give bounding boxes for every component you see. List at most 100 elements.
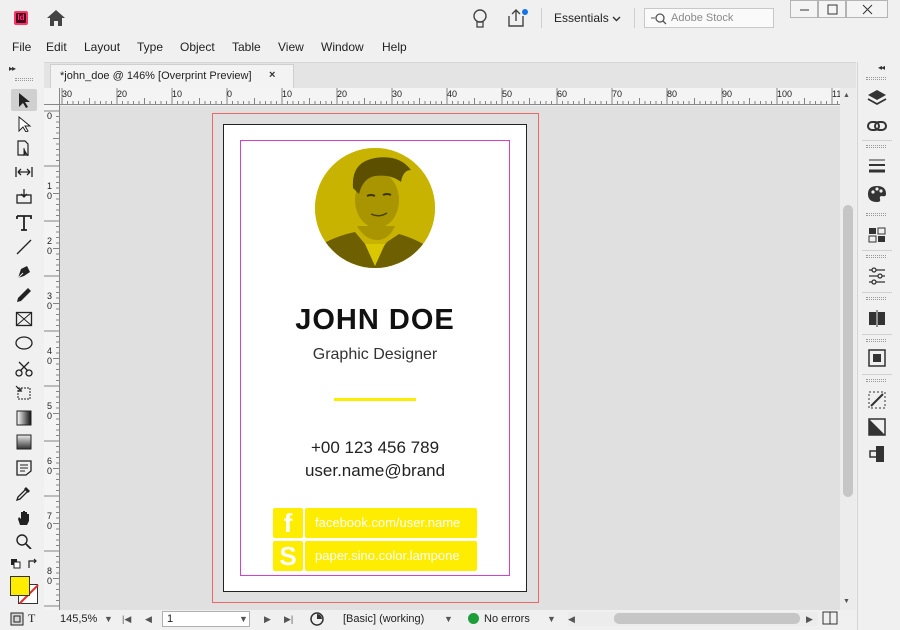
ellipse-tool[interactable] (11, 332, 37, 354)
workspace-switcher[interactable]: Essentials (554, 11, 609, 25)
formatting-container-icon[interactable] (10, 612, 24, 626)
maximize-button[interactable] (818, 0, 846, 18)
chevron-down-icon[interactable]: ▼ (104, 614, 113, 624)
panel-grip[interactable] (866, 379, 886, 382)
horizontal-scroll-thumb[interactable] (614, 613, 800, 624)
scroll-up-icon[interactable]: ▲ (843, 92, 850, 99)
page-number-field[interactable]: 1 ▼ (162, 611, 250, 627)
gradient-feather-tool[interactable] (11, 431, 37, 453)
card-email[interactable]: user.name@brand (240, 461, 510, 481)
panel-grip[interactable] (866, 297, 886, 300)
selection-tool[interactable] (11, 89, 37, 111)
pasteboard[interactable]: JOHN DOE Graphic Designer +00 123 456 78… (60, 106, 840, 610)
type-tool[interactable] (11, 211, 37, 233)
card-phone[interactable]: +00 123 456 789 (240, 438, 510, 458)
facebook-icon[interactable]: f (273, 508, 303, 538)
accent-divider[interactable] (334, 398, 416, 401)
horizontal-ruler[interactable]: 30 20 10 0 10 20 30 40 50 60 70 80 90 10… (60, 88, 840, 105)
color-icon[interactable] (866, 183, 888, 205)
panel-grip[interactable] (866, 213, 886, 216)
free-transform-tool[interactable] (11, 382, 37, 404)
scroll-right-icon[interactable]: ▶ (806, 614, 813, 625)
skype-icon[interactable]: S (273, 541, 303, 571)
close-window-button[interactable] (846, 0, 888, 18)
vertical-ruler[interactable]: 0 1 0 2 0 3 0 4 0 5 0 6 0 7 0 8 0 (44, 105, 60, 610)
home-icon[interactable] (46, 9, 66, 27)
rectangle-frame-tool[interactable] (11, 308, 37, 330)
last-page-icon[interactable]: ▶| (284, 614, 293, 625)
effects-icon[interactable] (866, 389, 888, 411)
scroll-down-icon[interactable]: ▼ (843, 598, 850, 605)
menu-layout[interactable]: Layout (84, 40, 120, 54)
menu-edit[interactable]: Edit (46, 40, 67, 54)
menu-file[interactable]: File (12, 40, 31, 54)
chevron-down-icon[interactable]: ▼ (239, 614, 248, 624)
fill-color-swatch[interactable] (10, 576, 30, 596)
formatting-text-icon[interactable]: T (28, 611, 35, 626)
facebook-link[interactable]: facebook.com/user.name (305, 508, 477, 538)
menu-object[interactable]: Object (180, 40, 215, 54)
links-icon[interactable] (866, 115, 888, 137)
menu-view[interactable]: View (278, 40, 304, 54)
page-tool[interactable] (11, 137, 37, 159)
panel-grip[interactable] (866, 77, 886, 80)
scroll-left-icon[interactable]: ◀ (568, 614, 575, 625)
panel-grip[interactable] (866, 255, 886, 258)
ruler-origin[interactable] (44, 88, 60, 105)
next-page-icon[interactable]: ▶ (264, 614, 271, 625)
align-icon[interactable] (866, 443, 888, 465)
pages-icon[interactable] (866, 307, 888, 329)
lightbulb-icon[interactable] (471, 8, 489, 30)
swatches-icon[interactable] (866, 224, 888, 246)
swap-colors-icon[interactable] (27, 558, 39, 570)
gradient-icon[interactable] (866, 416, 888, 438)
default-colors-icon[interactable] (10, 558, 22, 570)
vertical-scroll-thumb[interactable] (843, 205, 853, 497)
expand-panels-icon[interactable]: ◂◂ (878, 63, 885, 72)
close-tab-icon[interactable]: × (269, 69, 275, 81)
menu-type[interactable]: Type (137, 40, 163, 54)
panel-grip[interactable] (866, 145, 886, 148)
pencil-tool[interactable] (11, 284, 37, 306)
hand-tool[interactable] (11, 506, 37, 528)
preflight-profile[interactable]: [Basic] (working) (343, 613, 424, 625)
note-tool[interactable] (11, 457, 37, 479)
card-name[interactable]: JOHN DOE (240, 304, 510, 337)
document-tab[interactable]: *john_doe @ 146% [Overprint Preview] × (50, 64, 294, 88)
gap-tool[interactable] (11, 161, 37, 183)
menu-help[interactable]: Help (382, 40, 407, 54)
share-icon[interactable] (506, 8, 528, 28)
menu-table[interactable]: Table (232, 40, 261, 54)
zoom-level[interactable]: 145,5% (60, 613, 97, 625)
card-role[interactable]: Graphic Designer (240, 346, 510, 364)
gradient-swatch-tool[interactable] (11, 407, 37, 429)
previous-page-icon[interactable]: ◀ (145, 614, 152, 625)
menu-window[interactable]: Window (321, 40, 364, 54)
text-wrap-icon[interactable] (866, 347, 888, 369)
chevron-down-icon[interactable]: ▼ (444, 614, 453, 624)
scissors-tool[interactable] (11, 358, 37, 380)
chevron-down-icon[interactable] (612, 14, 621, 23)
layers-icon[interactable] (866, 88, 888, 110)
split-window-icon[interactable] (822, 611, 838, 625)
line-tool[interactable] (11, 236, 37, 258)
stroke-icon[interactable] (866, 155, 888, 177)
pen-tool[interactable] (11, 260, 37, 282)
skype-link[interactable]: paper.sino.color.lampone (305, 541, 477, 571)
properties-icon[interactable] (866, 265, 888, 287)
first-page-icon[interactable]: |◀ (122, 614, 131, 625)
zoom-tool[interactable] (11, 530, 37, 552)
preflight-errors[interactable]: No errors (484, 613, 530, 625)
ruler-label: 30 (392, 89, 403, 99)
profile-photo[interactable] (315, 148, 435, 268)
adobe-stock-search[interactable]: Adobe Stock (644, 8, 774, 28)
content-collector-tool[interactable] (11, 185, 37, 207)
minimize-button[interactable] (790, 0, 818, 18)
collapse-panel-icon[interactable]: ▸▸ (9, 64, 16, 73)
panel-grip[interactable] (15, 78, 33, 81)
panel-grip[interactable] (866, 339, 886, 342)
chevron-down-icon[interactable]: ▼ (547, 614, 556, 624)
document-status-icon[interactable] (310, 612, 324, 626)
direct-selection-tool[interactable] (11, 113, 37, 135)
eyedropper-tool[interactable] (11, 482, 37, 504)
